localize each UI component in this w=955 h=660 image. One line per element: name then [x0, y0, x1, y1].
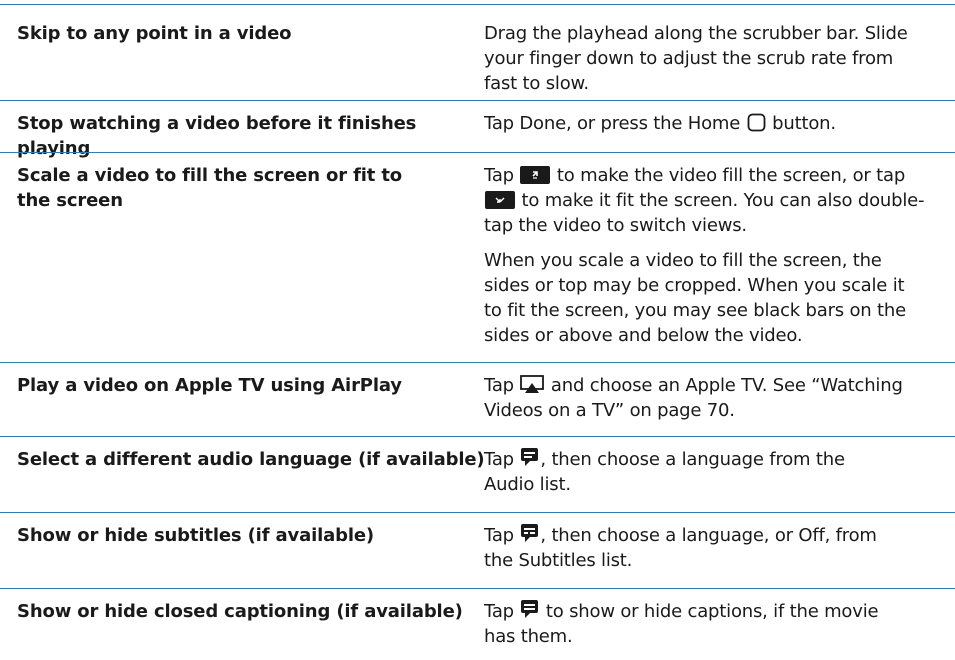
fill-screen-icon	[520, 166, 551, 184]
table-row: Show or hide subtitles (if available) Ta…	[0, 512, 955, 583]
action-cell: Tap and choose an Apple TV. See “Watchin…	[484, 373, 946, 423]
table-row: Play a video on Apple TV using AirPlay T…	[0, 362, 955, 433]
action-text: Tap	[484, 525, 520, 546]
action-text: Tap	[484, 375, 520, 396]
action-text: , then choose a language, or Off, from th…	[484, 525, 877, 571]
action-paragraph: When you scale a video to fill the scree…	[484, 250, 906, 346]
action-text: and choose an Apple TV. See “Watching Vid…	[484, 375, 903, 421]
action-cell: Tap to show or hide captions, if the mov…	[484, 599, 946, 649]
action-text: Tap	[484, 449, 520, 470]
action-text: button.	[766, 113, 836, 134]
action-text: Tap Done, or press the Home	[484, 113, 746, 134]
action-text: Tap	[484, 601, 520, 622]
table-row: Select a different audio language (if av…	[0, 436, 955, 507]
action-cell: Tap , then choose a language from the Aud…	[484, 447, 946, 497]
action-text: to show or hide captions, if the movie ha…	[484, 601, 879, 647]
task-cell: Scale a video to fill the screen or fit …	[17, 165, 403, 211]
fit-screen-icon	[485, 191, 515, 209]
captions-icon	[520, 599, 539, 620]
table-row: Scale a video to fill the screen or fit …	[0, 152, 955, 381]
action-cell: Drag the playhead along the scrubber bar…	[484, 21, 946, 96]
task-cell: Skip to any point in a video	[17, 23, 292, 44]
subtitles-icon	[520, 523, 539, 544]
task-cell: Select a different audio language (if av…	[17, 449, 485, 470]
action-cell: Tap to make the video fill the screen, o…	[484, 163, 946, 348]
table-row: Stop watching a video before it finishes…	[0, 100, 955, 159]
airplay-icon	[520, 375, 545, 394]
task-cell: Show or hide closed captioning (if avail…	[17, 601, 463, 622]
table-row: Show or hide closed captioning (if avail…	[0, 588, 955, 660]
home-button-icon	[747, 113, 766, 132]
table-row: Skip to any point in a video Drag the pl…	[0, 4, 955, 102]
task-cell: Show or hide subtitles (if available)	[17, 525, 374, 546]
audio-language-icon	[520, 447, 539, 468]
action-paragraph: Tap to make the video fill the screen, o…	[484, 165, 925, 236]
task-cell: Play a video on Apple TV using AirPlay	[17, 375, 402, 396]
action-cell: Tap Done, or press the Home button.	[484, 111, 946, 136]
action-cell: Tap , then choose a language, or Off, fr…	[484, 523, 946, 573]
action-text: Drag the playhead along the scrubber bar…	[484, 23, 908, 94]
